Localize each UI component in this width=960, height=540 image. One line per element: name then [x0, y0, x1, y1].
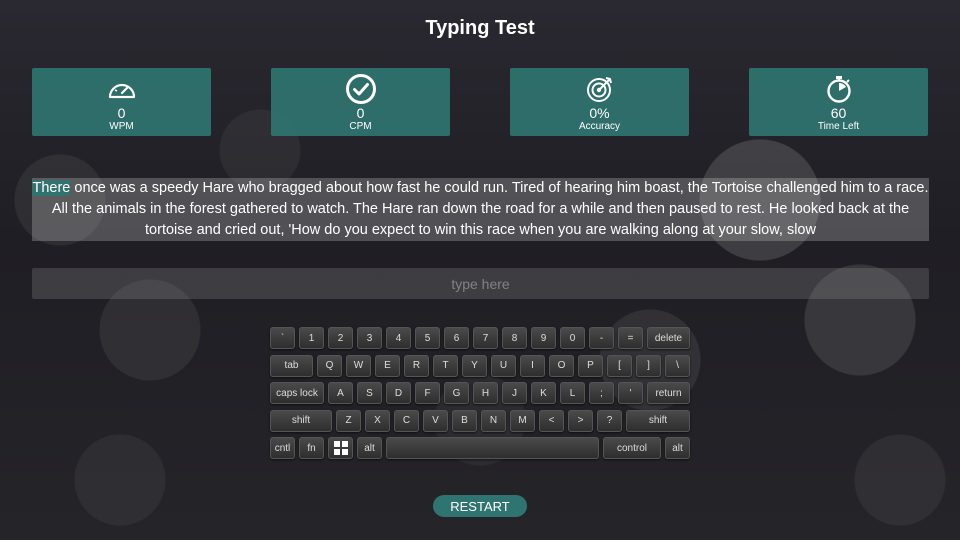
key-less-than[interactable]: < — [539, 409, 564, 432]
key-m[interactable]: M — [510, 409, 535, 432]
wpm-value: 0 — [117, 105, 126, 121]
stopwatch-icon — [825, 74, 853, 104]
key-equals[interactable]: = — [618, 327, 643, 349]
key-shift-right[interactable]: shift — [626, 409, 690, 432]
key-control[interactable]: control — [603, 437, 661, 459]
time-left-label: Time Left — [817, 121, 860, 132]
speedometer-icon — [107, 74, 137, 104]
key-backslash[interactable]: \ — [665, 354, 690, 377]
key-r[interactable]: R — [404, 354, 429, 377]
key-quote[interactable]: ' — [618, 382, 643, 404]
key-l[interactable]: L — [560, 382, 585, 404]
key-9[interactable]: 9 — [531, 327, 556, 349]
key-g[interactable]: G — [444, 382, 469, 404]
key-h[interactable]: H — [473, 382, 498, 404]
key-y[interactable]: Y — [462, 354, 487, 377]
key-semicolon[interactable]: ; — [589, 382, 614, 404]
cpm-card: 0 CPM — [271, 68, 450, 136]
key-cntl[interactable]: cntl — [270, 437, 295, 459]
key-shift-left[interactable]: shift — [270, 409, 332, 432]
keyboard-row: caps lock A S D F G H J K L ; ' return — [270, 382, 690, 404]
accuracy-card: 0% Accuracy — [510, 68, 689, 136]
passage-text: once was a speedy Hare who bragged about… — [51, 180, 929, 238]
check-circle-icon — [345, 74, 377, 104]
key-delete[interactable]: delete — [647, 327, 690, 349]
key-tab[interactable]: tab — [270, 354, 313, 377]
key-alt-right[interactable]: alt — [665, 437, 690, 459]
time-left-card: 60 Time Left — [749, 68, 928, 136]
test-passage: There once was a speedy Hare who bragged… — [32, 178, 929, 241]
key-return[interactable]: return — [647, 382, 690, 404]
cpm-label: CPM — [349, 121, 372, 132]
key-u[interactable]: U — [491, 354, 516, 377]
key-minus[interactable]: - — [589, 327, 614, 349]
keyboard-row: ` 1 2 3 4 5 6 7 8 9 0 - = delete — [270, 327, 690, 349]
key-backtick[interactable]: ` — [270, 327, 295, 349]
key-8[interactable]: 8 — [502, 327, 527, 349]
key-left-bracket[interactable]: [ — [607, 354, 632, 377]
key-windows[interactable] — [328, 437, 353, 459]
typing-input[interactable] — [32, 268, 929, 299]
key-e[interactable]: E — [375, 354, 400, 377]
key-v[interactable]: V — [423, 409, 448, 432]
key-q[interactable]: Q — [317, 354, 342, 377]
key-1[interactable]: 1 — [299, 327, 324, 349]
key-3[interactable]: 3 — [357, 327, 382, 349]
key-right-bracket[interactable]: ] — [636, 354, 661, 377]
key-6[interactable]: 6 — [444, 327, 469, 349]
key-j[interactable]: J — [502, 382, 527, 404]
key-i[interactable]: I — [520, 354, 545, 377]
key-z[interactable]: Z — [336, 409, 361, 432]
windows-icon — [333, 441, 348, 455]
key-space[interactable] — [386, 437, 599, 459]
target-icon — [585, 74, 615, 104]
keyboard-row: shift Z X C V B N M < > ? shift — [270, 409, 690, 432]
key-5[interactable]: 5 — [415, 327, 440, 349]
key-alt-left[interactable]: alt — [357, 437, 382, 459]
key-caps-lock[interactable]: caps lock — [270, 382, 324, 404]
key-a[interactable]: A — [328, 382, 353, 404]
key-p[interactable]: P — [578, 354, 603, 377]
key-0[interactable]: 0 — [560, 327, 585, 349]
key-greater-than[interactable]: > — [568, 409, 593, 432]
page-title: Typing Test — [425, 17, 535, 39]
key-o[interactable]: O — [549, 354, 574, 377]
key-2[interactable]: 2 — [328, 327, 353, 349]
key-s[interactable]: S — [357, 382, 382, 404]
key-w[interactable]: W — [346, 354, 371, 377]
wpm-label: WPM — [109, 121, 134, 132]
key-f[interactable]: F — [415, 382, 440, 404]
key-b[interactable]: B — [452, 409, 477, 432]
key-7[interactable]: 7 — [473, 327, 498, 349]
accuracy-value: 0% — [589, 105, 610, 121]
key-n[interactable]: N — [481, 409, 506, 432]
wpm-card: 0 WPM — [32, 68, 211, 136]
time-left-value: 60 — [830, 105, 847, 121]
keyboard-row: tab Q W E R T Y U I O P [ ] \ — [270, 354, 690, 377]
key-t[interactable]: T — [433, 354, 458, 377]
cpm-value: 0 — [356, 105, 365, 121]
key-c[interactable]: C — [394, 409, 419, 432]
keyboard-row: cntl fn alt control alt — [270, 437, 690, 459]
key-k[interactable]: K — [531, 382, 556, 404]
restart-button[interactable]: RESTART — [433, 495, 527, 517]
key-4[interactable]: 4 — [386, 327, 411, 349]
accuracy-label: Accuracy — [578, 121, 621, 132]
key-question[interactable]: ? — [597, 409, 622, 432]
key-d[interactable]: D — [386, 382, 411, 404]
current-word: There — [32, 180, 71, 196]
key-x[interactable]: X — [365, 409, 390, 432]
key-fn[interactable]: fn — [299, 437, 324, 459]
virtual-keyboard: ` 1 2 3 4 5 6 7 8 9 0 - = delete tab Q W… — [270, 327, 690, 465]
